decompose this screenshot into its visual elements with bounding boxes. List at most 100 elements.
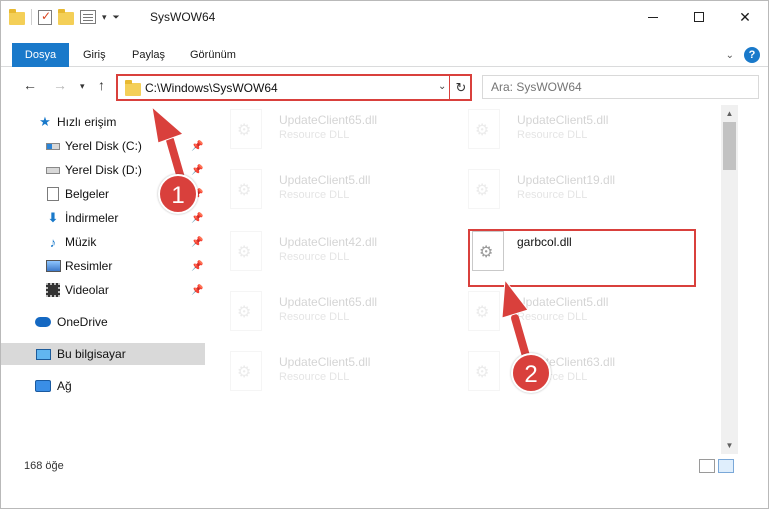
large-icons-view-icon[interactable] [718, 459, 734, 473]
file-item[interactable]: ⚙ UpdateClient5.dll Resource DLL [210, 165, 440, 221]
sidebar-item-this-pc[interactable]: Bu bilgisayar [1, 343, 205, 365]
sidebar-item-pictures[interactable]: Resimler 📌 [1, 255, 205, 277]
explorer-window: ▾ ⏷ SysWOW64 ✕ Dosya Giriş Paylaş Görünü… [0, 0, 769, 509]
dll-file-icon: ⚙ [468, 351, 500, 391]
file-type: Resource DLL [279, 371, 350, 383]
address-path[interactable]: C:\Windows\SysWOW64 [145, 81, 278, 95]
sidebar-item-quick-access[interactable]: ★ Hızlı erişim [1, 111, 205, 133]
file-name: UpdateClient42.dll [279, 235, 378, 249]
file-item[interactable]: ⚙ UpdateClient5.dll Resource DLL [448, 287, 678, 343]
chevron-down-icon[interactable]: ▾ [102, 12, 107, 23]
file-type: Resource DLL [517, 129, 588, 141]
sidebar-item-network[interactable]: Ağ [1, 375, 205, 397]
folder-icon [9, 9, 25, 25]
file-type: Resource DLL [279, 251, 350, 263]
maximize-icon [694, 12, 704, 22]
pin-icon[interactable]: 📌 [191, 285, 203, 296]
sidebar-item-label: Resimler [65, 259, 113, 273]
file-name: UpdateClient65.dll [279, 113, 378, 127]
file-item[interactable]: ⚙ UpdateClient19.dll Resource DLL [448, 165, 678, 221]
up-arrow-icon[interactable]: ↑ [98, 77, 105, 93]
sidebar-item-label: Videolar [65, 283, 109, 297]
file-name: UpdateClient5.dll [279, 355, 371, 369]
expand-ribbon-icon[interactable]: ⌄ [726, 50, 734, 61]
quick-access-toolbar: ▾ ⏷ [9, 9, 120, 25]
title-bar: ▾ ⏷ SysWOW64 ✕ [1, 1, 768, 33]
details-view-icon[interactable] [699, 459, 715, 473]
search-box[interactable] [482, 75, 759, 99]
forward-arrow-icon[interactable]: → [53, 77, 67, 93]
file-name: UpdateClient19.dll [517, 173, 616, 187]
refresh-icon: ↻ [455, 79, 467, 95]
ribbon-right: ⌄ ? [726, 47, 760, 63]
sidebar-item-videos[interactable]: Videolar 📌 [1, 279, 205, 301]
divider [31, 9, 32, 25]
sidebar-item-label: Hızlı erişim [57, 115, 117, 129]
file-item[interactable]: ⚙ UpdateClient65.dll Resource DLL [210, 105, 440, 161]
network-icon [35, 378, 51, 394]
file-type: Resource DLL [517, 189, 588, 201]
pin-icon[interactable]: 📌 [191, 165, 203, 176]
dll-file-icon: ⚙ [468, 109, 500, 149]
tab-file[interactable]: Dosya [12, 43, 69, 67]
recent-locations-icon[interactable]: ▾ [80, 81, 85, 92]
refresh-button[interactable]: ↻ [449, 74, 472, 101]
chevron-down-icon[interactable]: ⌄ [438, 81, 446, 92]
sidebar-item-label: OneDrive [57, 315, 108, 329]
pin-icon[interactable]: 📌 [191, 213, 203, 224]
customize-qat-icon[interactable]: ⏷ [113, 12, 120, 23]
file-name: UpdateClient65.dll [279, 295, 378, 309]
sidebar-item-music[interactable]: ♪ Müzik 📌 [1, 231, 205, 253]
drive-icon [45, 138, 61, 154]
new-folder-icon[interactable] [58, 9, 74, 25]
close-button[interactable]: ✕ [722, 1, 768, 33]
properties-check-icon[interactable] [38, 9, 52, 25]
sidebar-item-onedrive[interactable]: OneDrive [1, 311, 205, 333]
callout-2: 2 [511, 353, 551, 393]
dll-file-icon: ⚙ [230, 169, 262, 209]
dll-file-icon: ⚙ [230, 109, 262, 149]
pictures-icon [45, 258, 61, 274]
maximize-button[interactable] [676, 1, 722, 33]
highlight-box [468, 229, 696, 287]
search-input[interactable] [491, 80, 731, 94]
window-title: SysWOW64 [150, 10, 216, 24]
minimize-icon [648, 16, 658, 18]
scroll-down-icon[interactable]: ▼ [721, 437, 738, 454]
download-icon: ⬇ [47, 210, 59, 225]
scroll-thumb[interactable] [723, 122, 736, 170]
tab-view[interactable]: Görünüm [190, 43, 236, 67]
vertical-scrollbar[interactable]: ▲ ▼ [721, 105, 738, 454]
file-item[interactable]: ⚙ UpdateClient5.dll Resource DLL [448, 105, 678, 161]
customize-view-icon[interactable] [80, 10, 96, 24]
file-item[interactable]: ⚙ UpdateClient42.dll Resource DLL [210, 227, 440, 283]
file-item[interactable]: ⚙ UpdateClient65.dll Resource DLL [210, 287, 440, 343]
tab-home[interactable]: Giriş [83, 43, 106, 67]
scroll-up-icon[interactable]: ▲ [721, 105, 738, 122]
file-type: Resource DLL [279, 189, 350, 201]
star-icon: ★ [39, 114, 51, 129]
sidebar-item-label: Ağ [57, 379, 72, 393]
minimize-button[interactable] [630, 1, 676, 33]
file-item[interactable]: ⚙ UpdateClient5.dll Resource DLL [210, 347, 440, 403]
drive-icon [45, 162, 61, 178]
sidebar-item-local-disk-c[interactable]: Yerel Disk (C:) 📌 [1, 135, 205, 157]
dll-file-icon: ⚙ [230, 291, 262, 331]
pin-icon[interactable]: 📌 [191, 237, 203, 248]
sidebar-item-label: Yerel Disk (D:) [65, 163, 142, 177]
computer-icon [35, 346, 51, 362]
dll-file-icon: ⚙ [230, 231, 262, 271]
address-bar[interactable]: C:\Windows\SysWOW64 ⌄ ↻ [116, 74, 472, 101]
folder-icon [125, 80, 141, 96]
tab-share[interactable]: Paylaş [132, 43, 165, 67]
pin-icon[interactable]: 📌 [191, 261, 203, 272]
file-type: Resource DLL [279, 129, 350, 141]
file-list: ⚙ UpdateClient65.dll Resource DLL ⚙ Upda… [210, 105, 720, 450]
documents-icon [45, 186, 61, 202]
back-arrow-icon[interactable]: ← [23, 77, 37, 93]
file-item[interactable]: ⚙ UpdateClient63.dll Resource DLL [448, 347, 678, 403]
help-icon[interactable]: ? [744, 47, 760, 63]
item-count: 168 öğe [24, 460, 64, 472]
sidebar-item-label: İndirmeler [65, 211, 119, 225]
pin-icon[interactable]: 📌 [191, 141, 203, 152]
